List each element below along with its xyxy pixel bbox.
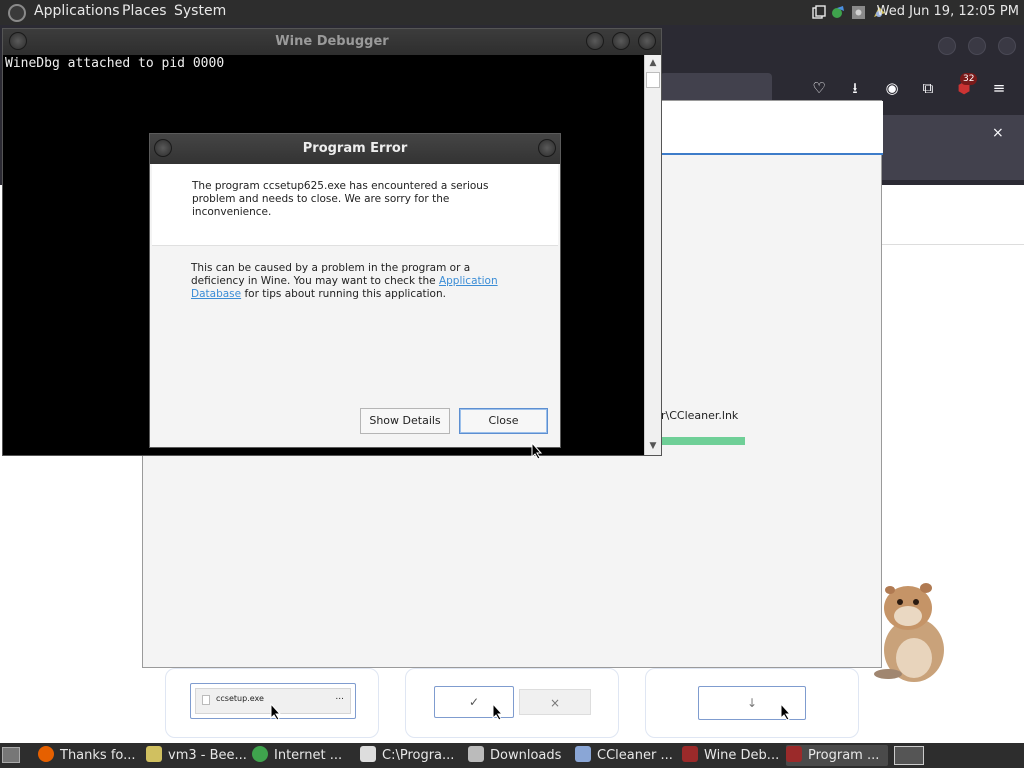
installer-icon: [575, 746, 591, 762]
mouse-pointer-icon: [531, 442, 543, 460]
scroll-down-icon[interactable]: ▼: [645, 438, 661, 454]
extensions-icon[interactable]: ⧉: [917, 77, 939, 99]
internet-icon: [252, 746, 268, 762]
network-icon[interactable]: [831, 5, 846, 20]
ublock-count-badge: 32: [960, 73, 978, 85]
vertical-scrollbar[interactable]: ▲ ▼: [644, 55, 661, 455]
wine-glass-icon: [786, 746, 802, 762]
account-icon[interactable]: ◉: [881, 77, 903, 99]
hamster-mascot-icon: [874, 583, 944, 682]
firefox-icon: [38, 746, 54, 762]
download-icon[interactable]: ⭳: [844, 77, 866, 99]
scroll-up-icon[interactable]: ▲: [645, 55, 661, 71]
error-explanation: This can be caused by a problem in the p…: [191, 262, 498, 300]
error-dialog-titlebar[interactable]: Program Error: [150, 134, 560, 164]
workspace-switcher[interactable]: [894, 746, 924, 765]
install-path-text: r\CCleaner.lnk: [661, 409, 739, 422]
error-message-panel: The program ccsetup625.exe has encounter…: [152, 164, 558, 246]
mouse-pointer-icon: [780, 703, 792, 721]
clock[interactable]: Wed Jun 19, 12:05 PM: [877, 4, 1019, 19]
minimize-button[interactable]: [938, 37, 956, 55]
wine-glass-icon: [682, 746, 698, 762]
minimize-button[interactable]: [586, 32, 604, 50]
close-icon: ×: [549, 696, 561, 710]
archive-icon: [360, 746, 376, 762]
taskbar-item-program-files[interactable]: C:\Progra...: [360, 745, 460, 766]
web-page-area: [882, 185, 1024, 245]
taskbar-item-downloads[interactable]: Downloads: [468, 745, 566, 766]
top-panel: Applications Places System Wed Jun 19, 1…: [0, 0, 1024, 25]
debugger-output: WineDbg attached to pid 0000: [5, 56, 225, 71]
taskbar-item-internet[interactable]: Internet ...: [252, 745, 346, 766]
maximize-button[interactable]: [968, 37, 986, 55]
wine-debugger-title: Wine Debugger: [275, 34, 389, 49]
taskbar-item-firefox[interactable]: Thanks fo...: [38, 745, 140, 766]
scroll-thumb[interactable]: [646, 72, 660, 88]
taskbar-item-vm3[interactable]: vm3 - Bee...: [146, 745, 246, 766]
taskbar-item-wine-debugger[interactable]: Wine Deb...: [682, 745, 782, 766]
download-card: ↓: [645, 668, 859, 738]
download-arrow-icon: ↓: [746, 696, 758, 710]
download-card: ✓ ×: [405, 668, 619, 738]
download-file-name: ccsetup.exe: [216, 694, 264, 703]
close-button[interactable]: [998, 37, 1016, 55]
applications-menu[interactable]: Applications: [34, 3, 120, 19]
show-details-button[interactable]: Show Details: [360, 408, 450, 434]
taskbar-item-ccleaner[interactable]: CCleaner ...: [575, 745, 677, 766]
error-message: The program ccsetup625.exe has encounter…: [192, 180, 489, 218]
reject-button[interactable]: ×: [519, 689, 591, 715]
close-window-button[interactable]: [538, 139, 556, 157]
mouse-pointer-icon: [492, 703, 504, 721]
folder-icon: [468, 746, 484, 762]
show-desktop-icon[interactable]: [2, 747, 20, 763]
window-menu-button[interactable]: [154, 139, 172, 157]
taskbar-item-program-error[interactable]: Program ...: [786, 745, 888, 766]
places-menu[interactable]: Places: [122, 3, 167, 19]
distro-logo-icon[interactable]: [8, 4, 26, 22]
maximize-button[interactable]: [612, 32, 630, 50]
settings-icon[interactable]: [851, 5, 866, 20]
window-list-icon[interactable]: [812, 5, 827, 20]
wine-debugger-titlebar[interactable]: Wine Debugger: [3, 29, 661, 55]
menu-icon[interactable]: ≡: [988, 77, 1010, 99]
mouse-pointer-icon: [270, 703, 282, 721]
pocket-icon[interactable]: ♡: [808, 77, 830, 99]
close-button[interactable]: Close: [459, 408, 548, 434]
check-icon: ✓: [468, 695, 480, 709]
notification-close-icon[interactable]: ×: [992, 125, 1004, 141]
bottom-taskbar: Thanks fo... vm3 - Bee... Internet ... C…: [0, 743, 1024, 768]
program-error-dialog: Program Error The program ccsetup625.exe…: [149, 133, 561, 448]
error-dialog-title: Program Error: [302, 141, 408, 156]
close-button[interactable]: [638, 32, 656, 50]
window-menu-button[interactable]: [9, 32, 27, 50]
install-progress-bar: [661, 437, 745, 445]
file-icon: [202, 695, 210, 705]
more-icon[interactable]: ...: [335, 692, 344, 702]
system-menu[interactable]: System: [174, 3, 226, 19]
wine-icon: [146, 746, 162, 762]
browser-tab[interactable]: [660, 73, 772, 101]
